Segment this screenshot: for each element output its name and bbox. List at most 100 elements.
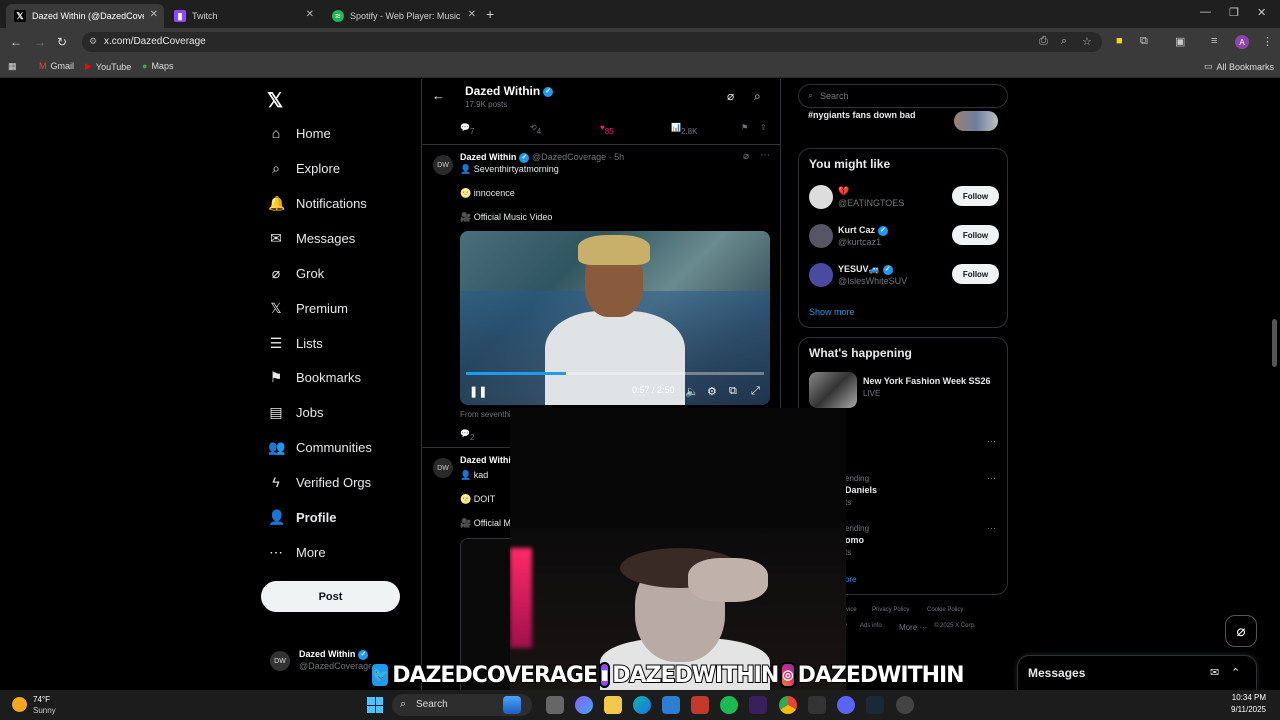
share-icon[interactable]: ⇪: [760, 123, 767, 132]
footer-link[interactable]: Ads info: [860, 623, 882, 629]
show-more-link[interactable]: Show more: [809, 307, 855, 317]
store-icon[interactable]: [662, 696, 680, 714]
install-icon[interactable]: ⎙: [1039, 35, 1048, 48]
bookmark-gmail[interactable]: M Gmail: [39, 61, 74, 71]
app-icon[interactable]: [896, 696, 914, 714]
compose-message-icon[interactable]: ✉: [1210, 666, 1219, 679]
app-icon[interactable]: [691, 696, 709, 714]
follow-button[interactable]: Follow: [952, 264, 999, 284]
menu-kebab-icon[interactable]: ⋮: [1262, 35, 1273, 48]
suggestion[interactable]: Kurt Caz ✓ @kurtcaz1 Follow: [809, 222, 999, 252]
more-icon[interactable]: ⋯: [760, 150, 770, 161]
volume-icon[interactable]: 🔈: [685, 385, 699, 398]
grok-icon[interactable]: ⌀: [1225, 615, 1257, 647]
more-icon[interactable]: ⋯: [987, 436, 996, 447]
copilot-icon[interactable]: [575, 696, 593, 714]
tab-twitch[interactable]: ▮ Twitch ✕: [166, 4, 320, 28]
app-icon[interactable]: [749, 696, 767, 714]
show-more-link[interactable]: ore: [845, 575, 857, 584]
zoom-icon[interactable]: ⌕: [1061, 35, 1067, 48]
more-icon[interactable]: ⋯: [987, 523, 996, 534]
avatar[interactable]: DW: [433, 458, 453, 478]
bookmark-icon[interactable]: ⚑: [741, 123, 748, 132]
apps-grid-icon[interactable]: ▦: [8, 61, 17, 72]
chrome-icon[interactable]: [779, 696, 797, 714]
video-progress-bar[interactable]: [466, 372, 764, 375]
more-icon[interactable]: ⋯: [987, 473, 996, 484]
pause-icon[interactable]: ❚❚: [469, 385, 487, 398]
pip-icon[interactable]: ⧉: [729, 385, 737, 398]
address-bar[interactable]: ⚙ x.com/DazedCoverage ⎙ ⌕ ☆: [82, 32, 1102, 52]
reload-icon[interactable]: ↻: [57, 35, 67, 49]
tab-dazed-within[interactable]: 𝕏 Dazed Within (@DazedCoverag ✕: [6, 4, 164, 28]
extensions-icon[interactable]: ⧉: [1140, 35, 1148, 48]
views-button[interactable]: 📊 2.8K: [671, 123, 697, 136]
all-bookmarks[interactable]: ▭ All Bookmarks: [1204, 61, 1274, 72]
video-player[interactable]: ❚❚ 0:57 / 2:50 🔈 ⚙ ⧉ ⤢: [460, 231, 770, 405]
grok-icon[interactable]: ⌀: [727, 89, 734, 103]
tab-spotify[interactable]: ≈ Spotify - Web Player: Music for ✕: [324, 4, 482, 28]
sidebar-item-communities[interactable]: 👥 Communities: [268, 439, 372, 456]
settings-gear-icon[interactable]: ⚙: [707, 385, 717, 398]
event-title[interactable]: New York Fashion Week SS26: [863, 376, 991, 386]
repost-button[interactable]: ⟲ 4: [530, 123, 541, 136]
sidebar-item-explore[interactable]: ⌕ Explore: [268, 160, 340, 177]
sidebar-item-verified-orgs[interactable]: ϟ Verified Orgs: [268, 474, 371, 490]
close-icon[interactable]: ✕: [468, 9, 476, 20]
sidebar-item-bookmarks[interactable]: ⚑ Bookmarks: [268, 369, 361, 386]
task-view-icon[interactable]: [546, 696, 564, 714]
sidebar-item-messages[interactable]: ✉ Messages: [268, 230, 355, 247]
scrollbar[interactable]: [1272, 319, 1277, 367]
footer-link[interactable]: Privacy Policy: [872, 607, 909, 613]
close-icon[interactable]: ✕: [306, 9, 314, 20]
tweet-author[interactable]: Dazed Within: [460, 455, 516, 465]
reply-button[interactable]: 💬 2: [460, 429, 474, 442]
sidepanel-icon[interactable]: ▣: [1175, 35, 1185, 48]
sidebar-item-notifications[interactable]: 🔔 Notifications: [268, 195, 367, 212]
media-icon[interactable]: ≡: [1211, 35, 1217, 47]
footer-link[interactable]: Cookie Policy: [927, 607, 963, 613]
windows-start-icon[interactable]: [367, 697, 383, 713]
search-icon[interactable]: ⌕: [754, 89, 761, 104]
new-tab-icon[interactable]: +: [486, 6, 494, 22]
back-icon[interactable]: ←: [10, 35, 22, 49]
tweet[interactable]: DW Dazed Within ✓ @DazedCoverage · 5h ⌀ ⋯…: [422, 144, 780, 447]
discord-icon[interactable]: [837, 696, 855, 714]
suggestion[interactable]: YESUV🚙 ✓ @IslesWhiteSUV Follow: [809, 261, 999, 291]
fullscreen-icon[interactable]: ⤢: [751, 385, 760, 398]
like-button[interactable]: ♥ 85: [600, 123, 614, 136]
forward-icon[interactable]: →: [34, 35, 46, 49]
search-highlight-icon[interactable]: [503, 696, 521, 714]
site-info-icon[interactable]: ⚙: [89, 36, 97, 47]
footer-link[interactable]: More ···: [899, 623, 927, 632]
profile-avatar[interactable]: A: [1235, 35, 1249, 49]
reply-button[interactable]: 💬 7: [460, 123, 474, 136]
bookmark-maps[interactable]: ● Maps: [142, 61, 173, 71]
chevron-up-icon[interactable]: ⌃: [1231, 666, 1240, 679]
file-explorer-icon[interactable]: [604, 696, 622, 714]
video-source[interactable]: From seventhi: [460, 410, 511, 419]
x-logo-icon[interactable]: 𝕏: [267, 88, 283, 113]
sidebar-item-premium[interactable]: 𝕏 Premium: [268, 300, 348, 317]
follow-button[interactable]: Follow: [952, 186, 999, 206]
edge-icon[interactable]: [633, 696, 651, 714]
star-icon[interactable]: ☆: [1082, 35, 1092, 48]
extension-icon[interactable]: ■: [1116, 35, 1123, 47]
suggestion[interactable]: 💔 @EATINGTOES Follow: [809, 183, 999, 213]
sidebar-item-grok[interactable]: ⌀ Grok: [268, 265, 324, 282]
messages-dock[interactable]: Messages ✉ ⌃: [1017, 655, 1257, 690]
sidebar-item-profile[interactable]: 👤 Profile: [268, 509, 336, 526]
minimize-icon[interactable]: —: [1200, 6, 1211, 18]
follow-button[interactable]: Follow: [952, 225, 999, 245]
trend-item[interactable]: #nygiants fans down bad: [808, 110, 916, 120]
bookmark-youtube[interactable]: ▶ YouTube: [85, 61, 131, 72]
spotify-icon[interactable]: [720, 696, 738, 714]
search-input[interactable]: ⌕ Search: [798, 84, 1008, 108]
tweet-author[interactable]: Dazed Within: [460, 152, 516, 162]
trend-name[interactable]: Daniels: [845, 485, 877, 495]
sidebar-item-lists[interactable]: ☰ Lists: [268, 335, 323, 352]
back-arrow-icon[interactable]: ←: [432, 88, 445, 103]
app-icon[interactable]: [808, 696, 826, 714]
post-button[interactable]: Post: [261, 581, 400, 612]
close-icon[interactable]: ✕: [150, 9, 158, 20]
